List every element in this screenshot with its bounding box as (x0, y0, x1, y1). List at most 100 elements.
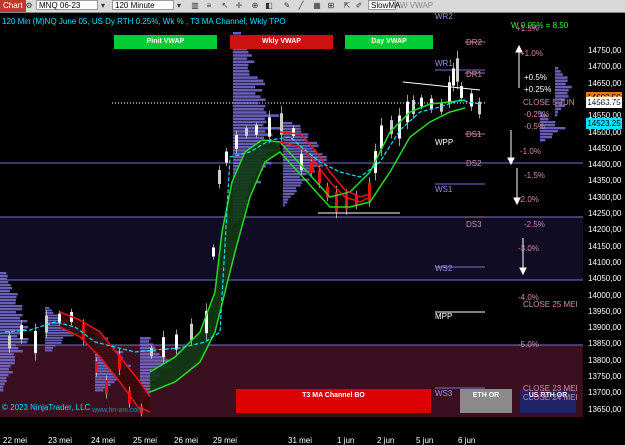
chevron-down-icon[interactable]: ▾ (174, 1, 184, 11)
y-tick-label: 14300,00 (588, 192, 622, 202)
chart-title: 120 Min (M)NQ June 05, US Dy RTH 0.25%, … (2, 17, 286, 26)
profile-bar (140, 340, 149, 343)
y-tick-label: 13900,00 (588, 323, 622, 333)
dr2-label: DR2 (466, 38, 483, 47)
instrument-selector[interactable]: MNQ 06-23 (36, 0, 98, 10)
profile-bar (0, 275, 8, 278)
profile-bar (0, 344, 16, 347)
profile-bar (283, 173, 307, 176)
line-tool-icon[interactable]: ╱ (296, 1, 306, 11)
profile-bar (233, 95, 261, 98)
resistance-line (402, 81, 481, 91)
pct-m25: -2.5% (524, 220, 545, 229)
candle-body (412, 99, 415, 115)
candle-body (460, 86, 463, 98)
profile-bar (45, 349, 53, 352)
stats-icon[interactable]: ◧ (264, 1, 274, 11)
profile-bar (140, 343, 154, 346)
table-icon[interactable]: ▦ (312, 1, 322, 11)
profile-bar (283, 198, 289, 201)
profile-bar (0, 356, 15, 359)
profile-bar (283, 187, 297, 190)
profile-bar (283, 139, 308, 142)
profile-bar (0, 341, 28, 344)
candle-body (20, 324, 23, 340)
profile-bar (233, 82, 266, 86)
copyright-text: © 2023 NinjaTrader, LLC (2, 403, 91, 412)
profile-bar (555, 107, 562, 111)
candle-body (175, 334, 178, 350)
profile-bar (0, 350, 23, 353)
indicators-icon[interactable]: ≡ (204, 1, 214, 11)
zoom-icon[interactable]: ⊕ (250, 1, 260, 11)
candle-body (448, 82, 451, 102)
pointer-icon[interactable]: ↖ (220, 1, 230, 11)
pinit-vwap-button[interactable]: Pinit VWAP (114, 35, 217, 49)
drawing-icon[interactable]: ✐ (354, 1, 364, 11)
close-24-mei-label: CLOSE 24 MEI (523, 393, 578, 402)
pct-m10: -1.0% (520, 147, 541, 156)
profile-bar (233, 120, 267, 124)
candle-body (398, 115, 401, 139)
wr2-label: WR2 (435, 12, 453, 21)
candle-body (8, 335, 11, 349)
t3-channel-bo-button[interactable]: T3 MA Channel BO (236, 389, 431, 413)
pct-p025: +0.25% (524, 85, 552, 94)
profile-bar (233, 57, 248, 60)
wkly-vwap-button[interactable]: Wkly VWAP (230, 35, 333, 49)
chevron-down-icon[interactable]: ▾ (98, 1, 108, 11)
interval-selector[interactable]: 120 Minute (112, 0, 174, 10)
profile-bar (0, 293, 18, 296)
candle-body (406, 101, 409, 123)
profile-bar (233, 85, 256, 89)
profile-bar (233, 130, 266, 133)
profile-bar (95, 389, 104, 392)
profile-bar (233, 111, 267, 114)
y-tick-label: 14650,00 (588, 78, 622, 88)
profile-bar (233, 79, 264, 83)
ds1-label: DS1 (466, 130, 482, 139)
export-icon[interactable]: ⇱ (342, 1, 352, 11)
y-tick-label: 14150,00 (588, 241, 622, 251)
eth-or-button[interactable]: ETH OR (460, 389, 512, 413)
profile-bar (0, 374, 9, 377)
profile-bar (0, 389, 4, 392)
profile-bar (233, 54, 252, 57)
profile-bar (283, 204, 285, 207)
grid-icon[interactable]: ⊞ (326, 1, 336, 11)
wr1-label: WR1 (435, 59, 453, 68)
candle-body (456, 58, 459, 82)
profile-bar (555, 79, 568, 83)
settings-icon[interactable]: ⚙ (24, 1, 34, 11)
profile-bar (0, 377, 7, 380)
candle-body (212, 247, 215, 257)
profile-bar (283, 195, 291, 198)
profile-bar (283, 158, 327, 162)
crosshair-icon[interactable]: ✛ (234, 1, 244, 11)
day-vwap-button[interactable]: Day VWAP (345, 35, 433, 49)
profile-bar (45, 307, 50, 309)
chart-app-label[interactable]: Chart (0, 0, 26, 12)
profile-bar (0, 338, 29, 341)
y-tick-label: 14100,00 (588, 257, 622, 267)
watermark-text: www.fin-ani.com (92, 407, 143, 414)
slow-ma-tab[interactable]: SlowMA (368, 0, 400, 10)
price-chart[interactable]: 120 Min (M)NQ June 05, US Dy RTH 0.25%, … (0, 12, 625, 445)
wpp-label: WPP (435, 138, 454, 147)
pencil-icon[interactable]: ✎ (282, 1, 292, 11)
profile-bar (283, 122, 293, 125)
bar-chart-icon[interactable]: ▥ (190, 1, 200, 11)
y-tick-label: 13750,00 (588, 372, 622, 381)
profile-bar (233, 98, 266, 102)
profile-bar (233, 76, 258, 79)
y-tick-label: 14600,00 (588, 94, 622, 104)
y-tick-label: 14050,00 (588, 274, 622, 284)
candle-body (255, 125, 258, 135)
w-vwap-tab[interactable]: W VWAP (400, 1, 433, 11)
profile-bar (45, 342, 62, 344)
profile-bar (0, 380, 7, 383)
profile-bar (0, 296, 17, 299)
candle-body (420, 97, 423, 107)
profile-bar (140, 362, 164, 366)
x-tick-label: 5 jun (416, 436, 434, 445)
